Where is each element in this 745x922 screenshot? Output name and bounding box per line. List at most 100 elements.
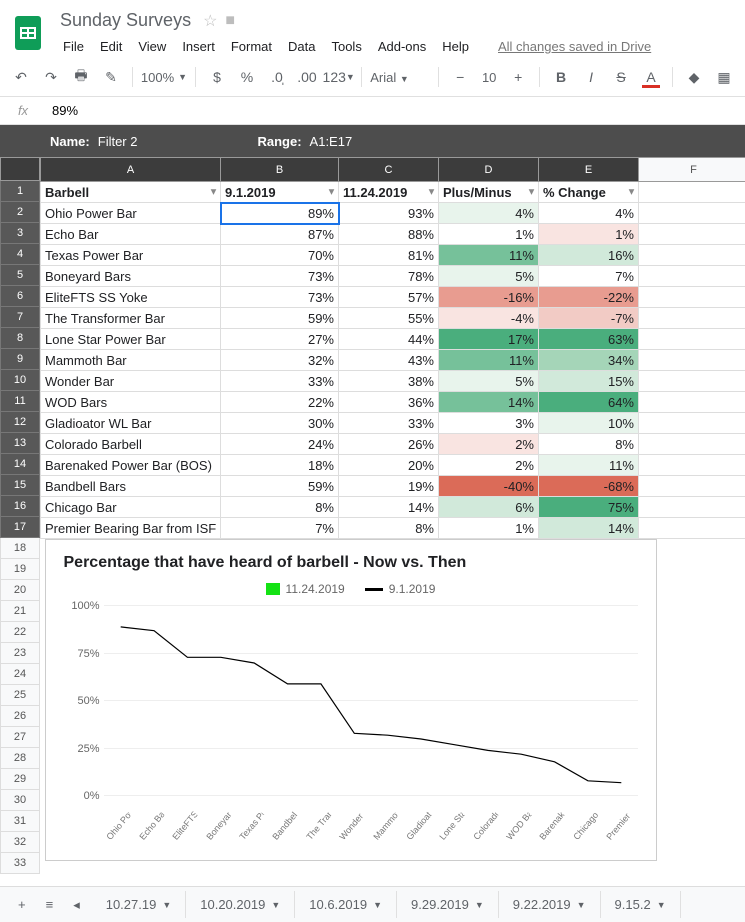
cell-11-24[interactable]: 93% [339,203,439,224]
font-select[interactable]: Arial ▼ [370,70,430,85]
cell-plusminus[interactable]: 14% [439,392,539,413]
more-formats-button[interactable]: 123 ▼ [324,64,353,90]
cell-barbell[interactable]: Ohio Power Bar [41,203,221,224]
sheet-tab[interactable]: 10.6.2019▼ [295,891,397,918]
cell-plusminus[interactable]: -16% [439,287,539,308]
cell-change[interactable]: -68% [539,476,639,497]
borders-button[interactable]: ▦ [711,64,737,90]
italic-button[interactable]: I [578,64,604,90]
cell-plusminus[interactable]: 11% [439,350,539,371]
cell-empty[interactable] [639,329,745,350]
cell-plusminus[interactable]: 5% [439,371,539,392]
all-sheets-button[interactable]: ≡ [38,893,62,916]
sheet-tab[interactable]: 9.15.2▼ [601,891,681,918]
row-header-2[interactable]: 2 [0,202,40,223]
dec-decrease-button[interactable]: .0̩ [264,64,290,90]
cell-plusminus[interactable]: 1% [439,224,539,245]
cell-plusminus[interactable]: 1% [439,518,539,539]
formula-input[interactable] [46,99,745,122]
cell-9-1[interactable]: 24% [221,434,339,455]
cell-9-1[interactable]: 22% [221,392,339,413]
text-color-button[interactable]: A [638,64,664,90]
col-header-D[interactable]: D [439,158,539,182]
cell-11-24[interactable]: 88% [339,224,439,245]
cell-change[interactable]: 75% [539,497,639,518]
menu-file[interactable]: File [56,35,91,58]
cell-9-1[interactable]: 73% [221,287,339,308]
cell-11-24[interactable]: 19% [339,476,439,497]
row-header-24[interactable]: 24 [0,664,40,685]
row-header-31[interactable]: 31 [0,811,40,832]
cell-11-24[interactable]: 57% [339,287,439,308]
row-header-12[interactable]: 12 [0,412,40,433]
cell-empty[interactable] [639,203,745,224]
cell-change[interactable]: -22% [539,287,639,308]
dec-increase-button[interactable]: .00 [294,64,320,90]
cell-11-24[interactable]: 26% [339,434,439,455]
cell-plusminus[interactable]: 5% [439,266,539,287]
menu-data[interactable]: Data [281,35,322,58]
strike-button[interactable]: S [608,64,634,90]
row-header-32[interactable]: 32 [0,832,40,853]
cell-11-24[interactable]: 33% [339,413,439,434]
bold-button[interactable]: B [548,64,574,90]
col-header-C[interactable]: C [339,158,439,182]
row-header-25[interactable]: 25 [0,685,40,706]
cell-11-24[interactable]: 36% [339,392,439,413]
filter-icon[interactable]: ▾ [429,187,434,198]
paint-format-button[interactable]: ✎ [98,64,124,90]
cell-9-1[interactable]: 32% [221,350,339,371]
cell-barbell[interactable]: The Transformer Bar [41,308,221,329]
print-button[interactable]: 🖶 [68,64,94,90]
menu-add-ons[interactable]: Add-ons [371,35,433,58]
folder-icon[interactable]: ■ [225,12,235,30]
cell-barbell[interactable]: Colorado Barbell [41,434,221,455]
cell-barbell[interactable]: Gladioator WL Bar [41,413,221,434]
cell-change[interactable]: 15% [539,371,639,392]
doc-title[interactable]: Sunday Surveys [56,8,195,33]
menu-format[interactable]: Format [224,35,279,58]
prev-sheet-button[interactable]: ◂ [65,893,88,917]
cell-plusminus[interactable]: 6% [439,497,539,518]
cell-barbell[interactable]: Echo Bar [41,224,221,245]
row-header-10[interactable]: 10 [0,370,40,391]
header-cell-E[interactable]: % Change▾ [539,182,639,203]
font-size-input[interactable]: 10 [477,70,501,85]
row-header-18[interactable]: 18 [0,538,40,559]
cell-11-24[interactable]: 43% [339,350,439,371]
cell-11-24[interactable]: 20% [339,455,439,476]
cell-empty[interactable] [639,476,745,497]
filter-icon[interactable]: ▾ [529,187,534,198]
cell-plusminus[interactable]: -40% [439,476,539,497]
cell-plusminus[interactable]: 11% [439,245,539,266]
row-header-5[interactable]: 5 [0,265,40,286]
row-header-30[interactable]: 30 [0,790,40,811]
sheet-tab[interactable]: 10.27.19▼ [92,891,187,918]
cell-change[interactable]: 11% [539,455,639,476]
col-header-F[interactable]: F [639,158,745,182]
cell-barbell[interactable]: Bandbell Bars [41,476,221,497]
redo-button[interactable]: ↷ [38,64,64,90]
cell-change[interactable]: 10% [539,413,639,434]
cell-change[interactable]: -7% [539,308,639,329]
col-header-A[interactable]: A [41,158,221,182]
row-header-16[interactable]: 16 [0,496,40,517]
menu-insert[interactable]: Insert [175,35,222,58]
sheets-logo[interactable] [8,13,48,53]
row-header-23[interactable]: 23 [0,643,40,664]
cell-empty[interactable] [639,455,745,476]
filter-icon[interactable]: ▾ [211,187,216,198]
cell-9-1[interactable]: 59% [221,308,339,329]
cell-11-24[interactable]: 55% [339,308,439,329]
cell-change[interactable]: 34% [539,350,639,371]
font-dec-button[interactable]: − [447,64,473,90]
row-header-11[interactable]: 11 [0,391,40,412]
cell-empty[interactable] [639,308,745,329]
cell-barbell[interactable]: Barenaked Power Bar (BOS) [41,455,221,476]
cell-empty[interactable] [639,266,745,287]
cell-11-24[interactable]: 14% [339,497,439,518]
cell-11-24[interactable]: 38% [339,371,439,392]
sheet-tab[interactable]: 9.29.2019▼ [397,891,499,918]
font-inc-button[interactable]: + [505,64,531,90]
cell-9-1[interactable]: 27% [221,329,339,350]
